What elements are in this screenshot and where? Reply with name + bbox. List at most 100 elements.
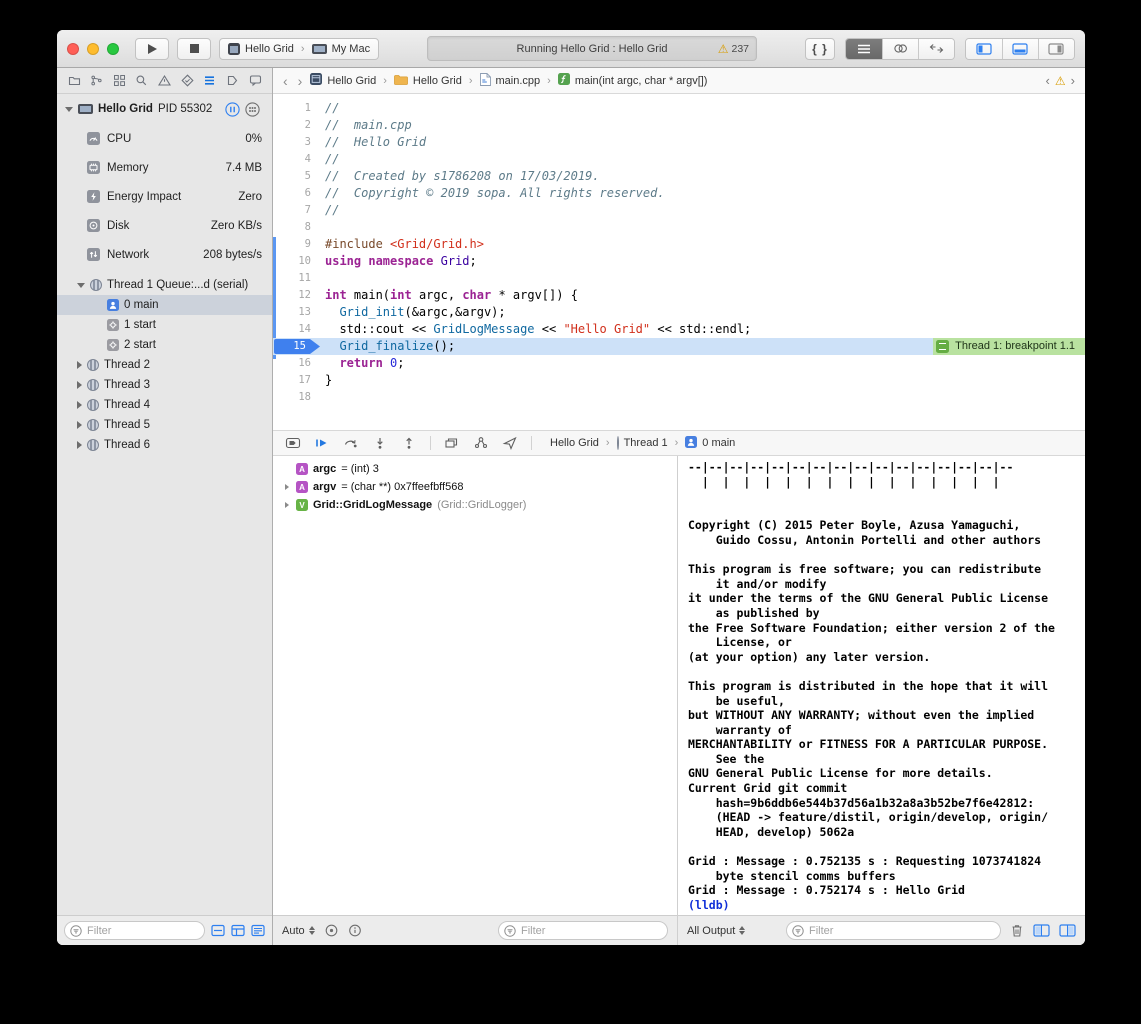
code-line-3[interactable]: 3// Hello Grid [273,134,1085,151]
find-navigator-icon[interactable] [133,72,151,90]
stop-button[interactable] [177,38,211,60]
gauge-disk[interactable]: DiskZero KB/s [57,211,272,240]
code-line-1[interactable]: 1// [273,100,1085,117]
continue-button[interactable] [314,435,330,451]
show-console-view-button[interactable] [1059,924,1076,937]
line-number[interactable]: 15 [273,338,321,355]
jumpbar-crumb[interactable]: main.cpp [480,73,541,89]
view-by-queue-button[interactable] [251,924,265,937]
disclosure-down-icon[interactable] [77,283,85,288]
stack-frame-row[interactable]: 1 start [57,315,272,335]
scheme-destination[interactable]: My Mac [312,43,371,55]
line-number[interactable]: 18 [273,389,321,406]
scheme-selector[interactable]: Hello Grid › My Mac [219,38,379,60]
line-number[interactable]: 9 [273,236,321,253]
thread-row[interactable]: Thread 4 [57,395,272,415]
console-scope-popup[interactable]: All Output [687,925,745,937]
run-button[interactable] [135,38,169,60]
previous-issue-icon[interactable]: ‹ [1046,73,1050,88]
stack-frame-row[interactable]: 0 main [57,295,272,315]
line-number[interactable]: 8 [273,219,321,236]
debug-crumb[interactable]: Thread 1 [617,437,668,449]
code-line-13[interactable]: 13 Grid_init(&argc,&argv); [273,304,1085,321]
view-ui-hierarchy-button[interactable] [444,435,460,451]
source-control-navigator-icon[interactable] [88,72,106,90]
back-icon[interactable]: ‹ [283,74,288,88]
trash-icon[interactable] [1010,923,1024,938]
disclosure-right-icon[interactable] [77,381,82,389]
code-line-17[interactable]: 17} [273,372,1085,389]
navigator-panel-toggle[interactable] [966,39,1002,59]
process-view-options-button[interactable] [245,102,260,117]
code-line-6[interactable]: 6// Copyright © 2019 sopa. All rights re… [273,185,1085,202]
scheme-target[interactable]: Hello Grid [228,43,294,55]
breakpoints-toggle-button[interactable] [285,435,301,451]
variables-filter-input[interactable] [498,921,668,940]
project-navigator-icon[interactable] [65,72,83,90]
disclosure-right-icon[interactable] [77,421,82,429]
code-line-10[interactable]: 10using namespace Grid; [273,253,1085,270]
issues-badge[interactable]: ⚠ 237 [718,37,749,60]
line-number[interactable]: 5 [273,168,321,185]
step-over-button[interactable] [343,435,359,451]
code-line-4[interactable]: 4// [273,151,1085,168]
breakpoint-marker[interactable]: 15 [274,339,320,354]
thread-row[interactable]: Thread 3 [57,375,272,395]
console-output[interactable]: --|--|--|--|--|--|--|--|--|--|--|--|--|-… [678,456,1085,915]
gauge-memory[interactable]: Memory7.4 MB [57,153,272,182]
disclosure-right-icon[interactable] [77,361,82,369]
step-out-button[interactable] [401,435,417,451]
gauge-cpu[interactable]: CPU0% [57,124,272,153]
debug-area-toggle[interactable] [1002,39,1038,59]
version-editor-button[interactable] [918,39,954,59]
jumpbar-crumb[interactable]: Hello Grid [394,74,462,88]
line-number[interactable]: 10 [273,253,321,270]
navigator-filter-input[interactable] [64,921,205,940]
line-number[interactable]: 7 [273,202,321,219]
code-line-8[interactable]: 8 [273,219,1085,236]
next-issue-icon[interactable]: › [1071,73,1075,88]
source-editor[interactable]: 1//2// main.cpp3// Hello Grid4//5// Crea… [273,94,1085,430]
code-snippet-button[interactable]: { } [805,38,835,60]
standard-editor-button[interactable] [846,39,882,59]
pause-process-button[interactable] [225,102,240,117]
line-number[interactable]: 6 [273,185,321,202]
disclosure-right-icon[interactable] [283,484,291,490]
stack-frame-row[interactable]: 2 start [57,335,272,355]
line-number[interactable]: 13 [273,304,321,321]
variable-row[interactable]: Aargc= (int) 3 [273,460,677,478]
variables-scope-popup[interactable]: Auto [282,925,315,937]
console-filter-input[interactable] [786,921,1001,940]
code-line-5[interactable]: 5// Created by s1786208 on 17/03/2019. [273,168,1085,185]
jumpbar-crumb[interactable]: Hello Grid [310,73,376,88]
code-line-11[interactable]: 11 [273,270,1085,287]
process-row[interactable]: Hello Grid PID 55302 [57,94,272,124]
step-into-button[interactable] [372,435,388,451]
minimize-button[interactable] [87,43,99,55]
line-number[interactable]: 4 [273,151,321,168]
debug-crumb[interactable]: Hello Grid [545,437,599,449]
line-number[interactable]: 2 [273,117,321,134]
line-number[interactable]: 3 [273,134,321,151]
disclosure-right-icon[interactable] [283,502,291,508]
eye-icon[interactable] [324,924,339,937]
forward-icon[interactable]: › [298,74,303,88]
line-number[interactable]: 16 [273,355,321,372]
debug-navigator-icon[interactable] [201,72,219,90]
thread-1-row[interactable]: Thread 1 Queue:...d (serial) [57,275,272,295]
line-number[interactable]: 1 [273,100,321,117]
code-line-15[interactable]: 15 Grid_finalize();Thread 1: breakpoint … [273,338,1085,355]
thread-row[interactable]: Thread 5 [57,415,272,435]
breakpoint-navigator-icon[interactable] [223,72,241,90]
show-variables-view-button[interactable] [1033,924,1050,937]
test-navigator-icon[interactable] [178,72,196,90]
assistant-editor-button[interactable] [882,39,918,59]
memory-graph-button[interactable] [473,435,489,451]
disclosure-right-icon[interactable] [77,401,82,409]
variables-list[interactable]: Aargc= (int) 3Aargv= (char **) 0x7ffeefb… [273,456,677,915]
line-number[interactable]: 12 [273,287,321,304]
gauge-network[interactable]: Network208 bytes/s [57,240,272,269]
zoom-button[interactable] [107,43,119,55]
simulate-location-button[interactable] [502,435,518,451]
close-button[interactable] [67,43,79,55]
